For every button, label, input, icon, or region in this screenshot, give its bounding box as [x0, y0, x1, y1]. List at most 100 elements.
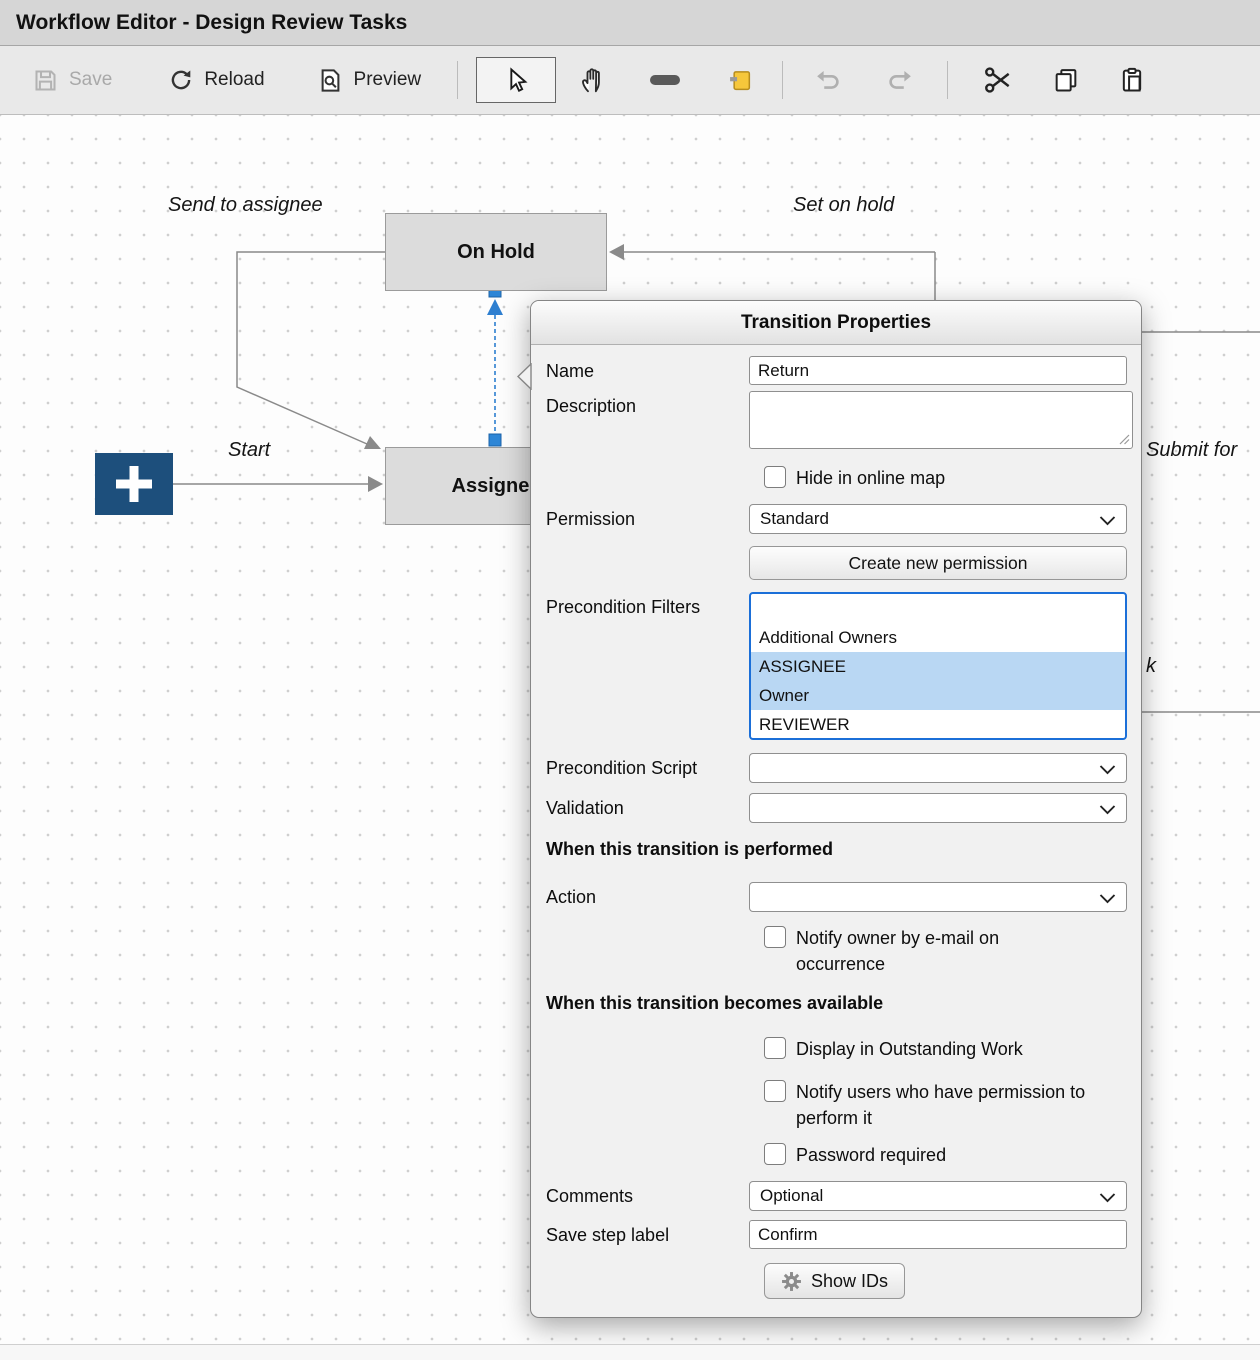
precondition-filters-list[interactable]: Additional OwnersASSIGNEEOwnerREVIEWER: [749, 592, 1127, 740]
arrowhead-icon: [368, 476, 383, 492]
copy-icon: [1052, 66, 1080, 94]
validation-select[interactable]: [749, 793, 1127, 823]
undo-icon: [813, 65, 843, 95]
arrowhead-icon: [609, 244, 624, 260]
copy-button[interactable]: [1052, 66, 1080, 94]
comments-select[interactable]: Optional: [749, 1181, 1127, 1211]
plus-icon: [111, 461, 157, 507]
paste-icon: [1118, 66, 1146, 94]
transition-handle[interactable]: [489, 434, 501, 446]
toolbar: Save Reload Preview: [0, 46, 1260, 115]
node-assignee-label: Assignee: [452, 475, 541, 498]
step-tool-button[interactable]: [648, 71, 682, 89]
edge-label-set-on-hold: Set on hold: [793, 194, 894, 217]
toolbar-separator: [457, 61, 458, 99]
precondition-script-select[interactable]: [749, 753, 1127, 783]
arrowhead-icon: [364, 436, 381, 449]
pointer-icon: [502, 66, 530, 94]
node-on-hold-label: On Hold: [457, 241, 535, 264]
annotation-tool-button[interactable]: [726, 66, 754, 94]
notify-owner-label: Notify owner by e-mail on occurrence: [796, 925, 1056, 977]
bottom-scrollbar-track[interactable]: [0, 1344, 1260, 1360]
notify-owner-checkbox[interactable]: [764, 926, 786, 948]
name-input[interactable]: [749, 356, 1127, 385]
preview-button[interactable]: Preview: [317, 67, 422, 94]
window-title: Workflow Editor - Design Review Tasks: [16, 11, 407, 35]
reload-button[interactable]: Reload: [168, 67, 264, 93]
password-required-checkbox[interactable]: [764, 1143, 786, 1165]
save-step-input[interactable]: [749, 1220, 1127, 1249]
display-outstanding-work-checkbox[interactable]: [764, 1037, 786, 1059]
start-node[interactable]: [95, 453, 173, 515]
capsule-icon: [648, 71, 682, 89]
dialog-title: Transition Properties: [741, 312, 931, 334]
chevron-down-icon: [1099, 1193, 1116, 1203]
pan-tool-button[interactable]: [578, 65, 608, 95]
hand-icon: [578, 65, 608, 95]
edge-label-submit-for: Submit for: [1146, 439, 1237, 462]
precondition-filters-label: Precondition Filters: [546, 592, 749, 740]
name-label: Name: [546, 356, 749, 385]
section-when-available: When this transition becomes available: [546, 993, 1127, 1014]
chevron-down-icon: [1099, 805, 1116, 815]
toolbar-separator: [947, 61, 948, 99]
scissors-icon: [982, 64, 1014, 96]
list-item[interactable]: [751, 594, 1125, 623]
notify-users-label: Notify users who have permission to perf…: [796, 1079, 1126, 1131]
transition-properties-dialog: Transition Properties Name Description: [530, 300, 1142, 1318]
chevron-down-icon: [1099, 516, 1116, 526]
permission-value: Standard: [760, 509, 829, 529]
list-item[interactable]: Owner: [751, 681, 1125, 710]
show-ids-button[interactable]: Show IDs: [764, 1263, 905, 1299]
save-step-label: Save step label: [546, 1220, 749, 1249]
password-required-label: Password required: [796, 1142, 946, 1168]
toolbar-separator: [782, 61, 783, 99]
chevron-down-icon: [1099, 894, 1116, 904]
gear-icon: [781, 1271, 802, 1292]
save-icon: [32, 67, 59, 94]
validation-label: Validation: [546, 793, 749, 823]
save-button[interactable]: Save: [32, 67, 112, 94]
preview-label: Preview: [354, 69, 422, 91]
redo-icon: [885, 65, 915, 95]
resize-grip-icon[interactable]: [1118, 433, 1130, 445]
action-label: Action: [546, 882, 749, 912]
dialog-titlebar[interactable]: Transition Properties: [531, 301, 1141, 345]
arrowhead-icon: [487, 299, 503, 315]
description-input[interactable]: [749, 391, 1133, 449]
paste-button[interactable]: [1118, 66, 1146, 94]
edge-label-start: Start: [228, 439, 270, 462]
hide-in-online-map-checkbox[interactable]: [764, 466, 786, 488]
cut-button[interactable]: [982, 64, 1014, 96]
reload-icon: [168, 67, 194, 93]
edge-label-send-to-assignee: Send to assignee: [168, 194, 323, 217]
workflow-canvas[interactable]: Send to assignee Set on hold Start Submi…: [0, 115, 1260, 1344]
comments-value: Optional: [760, 1186, 823, 1206]
save-label: Save: [69, 69, 112, 91]
list-item[interactable]: REVIEWER: [751, 710, 1125, 739]
action-select[interactable]: [749, 882, 1127, 912]
edge-label-fragment: k: [1146, 655, 1156, 678]
workflow-editor-window: Workflow Editor - Design Review Tasks Sa…: [0, 0, 1260, 1360]
window-titlebar: Workflow Editor - Design Review Tasks: [0, 0, 1260, 46]
list-item[interactable]: ASSIGNEE: [751, 652, 1125, 681]
notify-users-checkbox[interactable]: [764, 1080, 786, 1102]
node-on-hold[interactable]: On Hold: [385, 213, 607, 291]
comments-label: Comments: [546, 1181, 749, 1211]
create-new-permission-button[interactable]: Create new permission: [749, 546, 1127, 580]
hide-in-online-map-label: Hide in online map: [796, 465, 945, 491]
pointer-tool-button[interactable]: [476, 57, 556, 103]
display-outstanding-work-label: Display in Outstanding Work: [796, 1036, 1023, 1062]
send-to-assignee-transition-line[interactable]: [237, 252, 385, 444]
reload-label: Reload: [204, 69, 264, 91]
description-field-wrap: [749, 391, 1133, 449]
redo-button[interactable]: [885, 65, 915, 95]
note-icon: [726, 66, 754, 94]
chevron-down-icon: [1099, 765, 1116, 775]
permission-select[interactable]: Standard: [749, 504, 1127, 534]
show-ids-label: Show IDs: [811, 1271, 888, 1292]
undo-button[interactable]: [813, 65, 843, 95]
dialog-callout-pointer: [517, 363, 532, 390]
precondition-script-label: Precondition Script: [546, 753, 749, 783]
list-item[interactable]: Additional Owners: [751, 623, 1125, 652]
